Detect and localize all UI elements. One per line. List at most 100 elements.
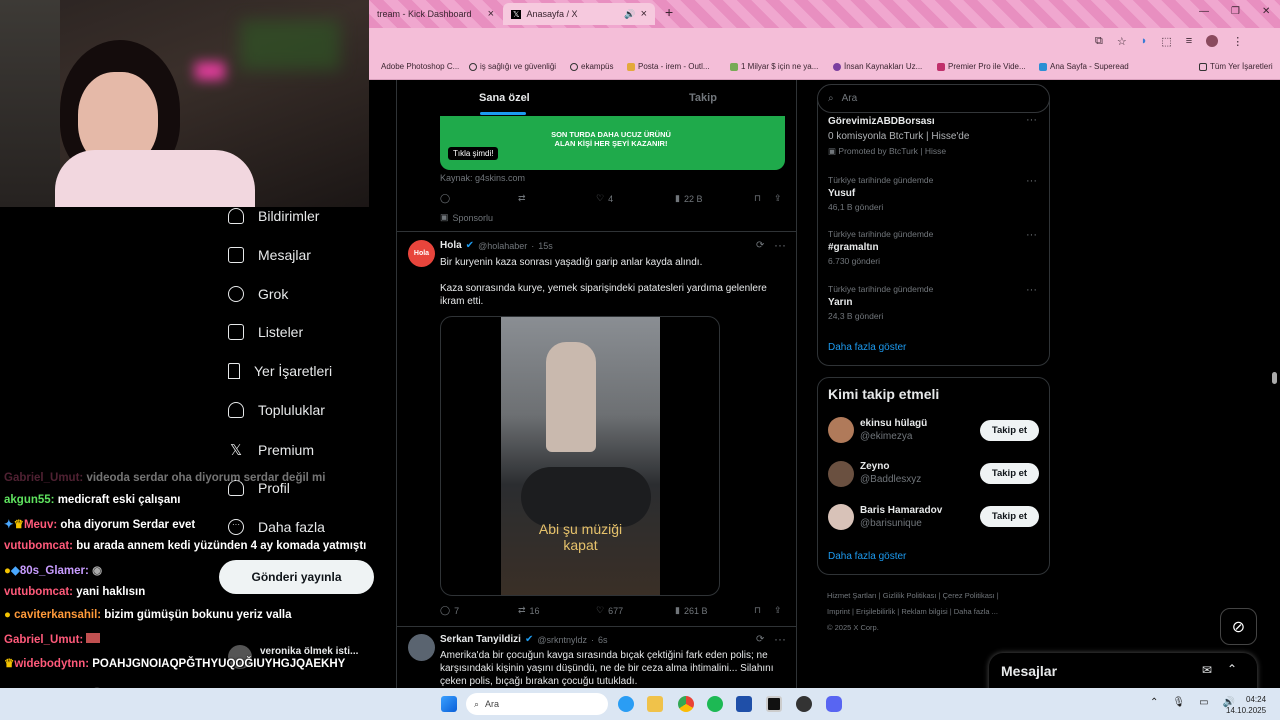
menu-lines-icon[interactable]: ≡ bbox=[1186, 35, 1192, 48]
maximize-button[interactable]: ❐ bbox=[1231, 6, 1240, 17]
tab-kick-dashboard[interactable]: tream - Kick Dashboard × bbox=[369, 3, 502, 25]
more-icon[interactable]: ··· bbox=[1026, 175, 1037, 187]
like-button[interactable]: ♡ 4 bbox=[596, 193, 613, 204]
expand-icon[interactable]: ⌃ bbox=[1227, 662, 1237, 676]
profile-avatar[interactable] bbox=[1206, 35, 1219, 47]
store-icon[interactable] bbox=[736, 696, 752, 712]
minimize-button[interactable]: — bbox=[1199, 6, 1209, 17]
bookmark-item[interactable]: Posta - irem - Outl... bbox=[627, 62, 710, 71]
nav-premium[interactable]: 𝕏 Premium bbox=[228, 441, 314, 459]
trend-item[interactable]: Türkiye tarihinde gündemde Yusuf 46,1 B … bbox=[828, 175, 933, 212]
suggested-user[interactable]: Baris Hamaradov @barisunique bbox=[860, 505, 942, 529]
close-icon[interactable]: × bbox=[488, 8, 494, 20]
suggested-user[interactable]: Zeyno @Baddlesxyz bbox=[860, 461, 921, 485]
bookmark-item[interactable]: 1 Milyar $ için ne ya... bbox=[730, 62, 818, 71]
bookmark-item[interactable]: ekampüs bbox=[570, 62, 613, 71]
follow-button[interactable]: Takip et bbox=[980, 420, 1039, 441]
avatar[interactable] bbox=[828, 417, 854, 443]
share-button[interactable]: ⇪ bbox=[774, 193, 782, 204]
avatar[interactable]: Hola bbox=[408, 240, 435, 267]
bookmark-button[interactable]: ⊓ bbox=[754, 193, 761, 204]
windows-start-icon[interactable] bbox=[441, 696, 457, 712]
edge-icon[interactable] bbox=[618, 696, 634, 712]
retweet-button[interactable]: ⇄ 16 bbox=[518, 605, 540, 616]
show-more-link[interactable]: Daha fazla göster bbox=[828, 551, 906, 562]
bookmark-item[interactable]: iş sağlığı ve güvenliği bbox=[469, 62, 556, 71]
tweet-video[interactable]: Abi şu müziği kapat bbox=[440, 316, 720, 596]
translate-icon[interactable]: ◗ bbox=[1141, 35, 1148, 48]
more-vert-icon[interactable]: ⋮ bbox=[1232, 35, 1243, 48]
ad-cta-button[interactable]: Tıkla şimdi! bbox=[448, 147, 499, 160]
author-name[interactable]: Hola bbox=[440, 240, 462, 251]
star-icon[interactable]: ☆ bbox=[1117, 35, 1127, 48]
suggested-user[interactable]: ekinsu hülagü @ekimezya bbox=[860, 418, 927, 442]
nav-messages[interactable]: Mesajlar bbox=[228, 247, 311, 263]
microphone-icon[interactable]: 🎙 bbox=[1172, 697, 1185, 708]
scrollbar[interactable] bbox=[1272, 372, 1277, 384]
spotify-icon[interactable] bbox=[707, 696, 723, 712]
footer-link[interactable]: Hizmet Şartları bbox=[827, 591, 877, 600]
footer-link[interactable]: Daha fazla ... bbox=[954, 607, 998, 616]
chrome-icon[interactable] bbox=[678, 696, 694, 712]
reply-button[interactable]: ◯ bbox=[440, 193, 454, 204]
show-more-link[interactable]: Daha fazla göster bbox=[828, 342, 906, 353]
close-icon[interactable]: × bbox=[641, 8, 647, 20]
nav-grok[interactable]: Grok bbox=[228, 286, 288, 302]
new-tab-button[interactable]: + bbox=[665, 4, 673, 20]
promo-title[interactable]: GörevimizABDBorsası bbox=[828, 116, 935, 127]
avatar[interactable] bbox=[828, 504, 854, 530]
speaker-icon[interactable]: 🔊 bbox=[624, 9, 635, 20]
grok-fab-icon[interactable]: ⊘ bbox=[1220, 608, 1257, 645]
footer-link[interactable]: Erişilebilirlik bbox=[856, 607, 895, 616]
nav-bookmarks[interactable]: Yer İşaretleri bbox=[228, 363, 332, 379]
trend-item[interactable]: Türkiye tarihinde gündemde #gramaltın 6.… bbox=[828, 229, 933, 266]
tweet-time[interactable]: 6s bbox=[598, 635, 608, 645]
nav-communities[interactable]: Topluluklar bbox=[228, 402, 325, 418]
bookmark-item[interactable]: Premier Pro ile Vide... bbox=[937, 62, 1026, 71]
retweet-button[interactable]: ⇄ bbox=[518, 193, 530, 204]
footer-link[interactable]: Reklam bilgisi bbox=[901, 607, 947, 616]
footer-link[interactable]: Gizlilik Politikası bbox=[883, 591, 937, 600]
grok-icon[interactable]: ⟳ bbox=[756, 634, 764, 645]
ad-image[interactable]: SON TURDA DAHA UCUZ ÜRÜNÜ ALAN KİŞİ HER … bbox=[440, 116, 785, 170]
install-icon[interactable]: ⧉ bbox=[1095, 35, 1103, 48]
messages-drawer[interactable]: Mesajlar ✉ ⌃ bbox=[989, 653, 1257, 693]
tweet-time[interactable]: 15s bbox=[538, 241, 553, 251]
app-icon[interactable] bbox=[796, 696, 812, 712]
bookmark-item[interactable]: Ana Sayfa - Superead bbox=[1039, 62, 1129, 71]
views-button[interactable]: ▮ 261 B bbox=[675, 605, 707, 616]
more-icon[interactable]: ··· bbox=[1026, 284, 1037, 296]
avatar[interactable] bbox=[828, 461, 854, 487]
close-window-button[interactable]: ✕ bbox=[1262, 6, 1270, 17]
bookmark-item[interactable]: Adobe Photoshop C... bbox=[381, 62, 459, 71]
nav-notifications[interactable]: Bildirimler bbox=[228, 208, 319, 224]
author-handle[interactable]: @holahaber bbox=[478, 241, 527, 251]
more-icon[interactable]: ··· bbox=[774, 238, 786, 252]
footer-link[interactable]: Imprint bbox=[827, 607, 850, 616]
extensions-icon[interactable]: ⬚ bbox=[1161, 35, 1171, 48]
footer-link[interactable]: Çerez Politikası bbox=[943, 591, 995, 600]
monitor-icon[interactable]: ▭ bbox=[1199, 697, 1208, 708]
tab-x-home[interactable]: 𝕏 Anasayfa / X 🔊 × bbox=[503, 3, 655, 25]
tab-following[interactable]: Takip bbox=[689, 92, 717, 104]
trend-item[interactable]: Türkiye tarihinde gündemde Yarın 24,3 B … bbox=[828, 284, 933, 321]
obs-icon[interactable] bbox=[766, 696, 782, 712]
more-icon[interactable]: ··· bbox=[774, 632, 786, 646]
folder-icon[interactable] bbox=[647, 696, 663, 712]
new-message-icon[interactable]: ✉ bbox=[1202, 663, 1212, 677]
taskbar-search[interactable]: ⌕ Ara bbox=[466, 693, 608, 715]
share-button[interactable]: ⇪ bbox=[774, 605, 782, 616]
follow-button[interactable]: Takip et bbox=[980, 463, 1039, 484]
post-button[interactable]: Gönderi yayınla bbox=[219, 560, 374, 594]
nav-lists[interactable]: Listeler bbox=[228, 324, 303, 340]
reply-button[interactable]: ◯ 7 bbox=[440, 605, 459, 616]
author-handle[interactable]: @srkntnyldz bbox=[537, 635, 587, 645]
bookmark-button[interactable]: ⊓ bbox=[754, 605, 761, 616]
views-button[interactable]: ▮ 22 B bbox=[675, 193, 702, 204]
nav-more[interactable]: ··· Daha fazla bbox=[228, 519, 325, 535]
ad-source[interactable]: Kaynak: g4skins.com bbox=[440, 173, 525, 183]
tab-for-you[interactable]: Sana özel bbox=[479, 92, 530, 104]
avatar[interactable] bbox=[408, 634, 435, 661]
chevron-up-icon[interactable]: ⌃ bbox=[1150, 697, 1158, 708]
bookmark-item[interactable]: İnsan Kaynakları Uz... bbox=[833, 62, 922, 71]
